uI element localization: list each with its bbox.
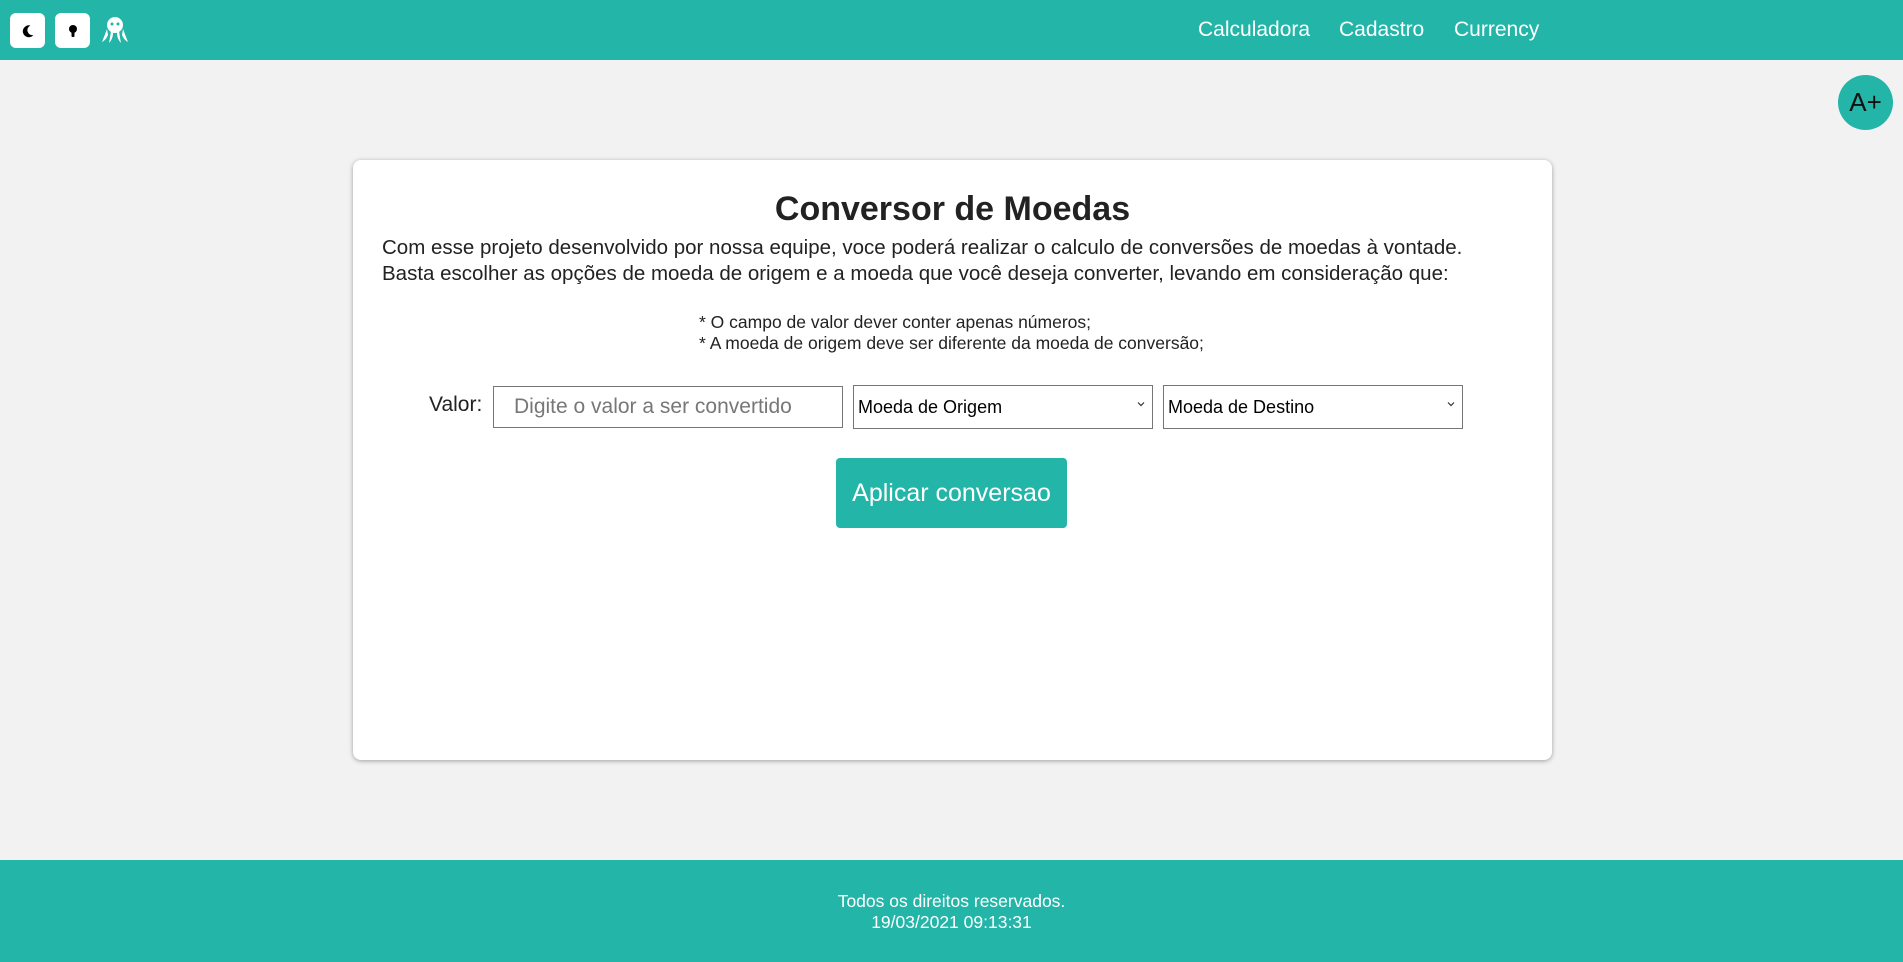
top-navbar: Calculadora Cadastro Currency [0, 0, 1903, 60]
nav-link-cadastro[interactable]: Cadastro [1339, 0, 1424, 60]
logo-button[interactable] [99, 12, 131, 48]
note-numbers-only: * O campo de valor dever conter apenas n… [699, 312, 1092, 332]
description: Com esse projeto desenvolvido por nossa … [382, 235, 1532, 287]
origin-currency-value: Moeda de Origem [858, 396, 1003, 417]
moon-icon [22, 24, 33, 37]
lightbulb-icon [68, 24, 77, 37]
octopus-icon [102, 17, 128, 43]
description-line-2: Basta escolher as opções de moeda de ori… [382, 262, 1449, 285]
description-line-1: Com esse projeto desenvolvido por nossa … [382, 236, 1463, 259]
converter-card: Conversor de Moedas Com esse projeto des… [353, 160, 1552, 760]
chevron-down-icon [1137, 402, 1145, 407]
destination-currency-select[interactable]: Moeda de Destino [1163, 385, 1463, 429]
page-title: Conversor de Moedas [774, 190, 1131, 228]
nav-link-calculadora[interactable]: Calculadora [1198, 0, 1310, 60]
footer-datetime: 19/03/2021 09:13:31 [871, 912, 1032, 932]
theme-toggle-button[interactable] [10, 13, 45, 48]
footer: Todos os direitos reservados. 19/03/2021… [0, 860, 1903, 962]
nav-link-currency[interactable]: Currency [1454, 0, 1539, 60]
footer-rights: Todos os direitos reservados. [837, 891, 1066, 911]
valor-input[interactable] [493, 386, 843, 428]
contrast-toggle-button[interactable] [55, 13, 90, 48]
valor-label: Valor: [429, 393, 483, 416]
origin-currency-select[interactable]: Moeda de Origem [853, 385, 1153, 429]
destination-currency-value: Moeda de Destino [1168, 396, 1315, 417]
font-increase-button[interactable]: A+ [1838, 75, 1893, 130]
rules-notes: * O campo de valor dever conter apenas n… [699, 312, 1299, 354]
chevron-down-icon [1447, 402, 1455, 407]
apply-conversion-button[interactable]: Aplicar conversao [836, 458, 1067, 528]
note-different-currencies: * A moeda de origem deve ser diferente d… [699, 333, 1204, 353]
